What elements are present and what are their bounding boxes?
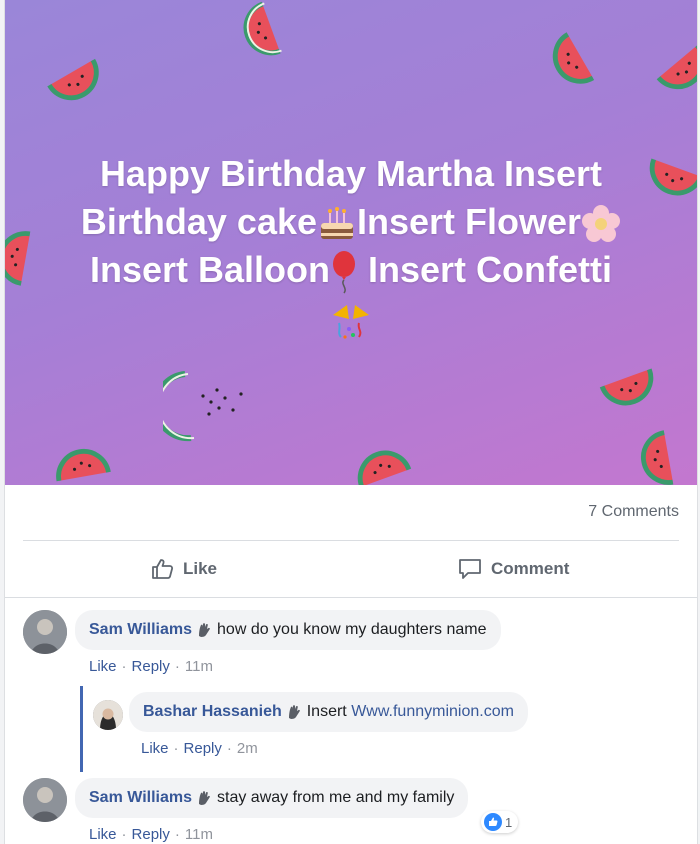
comment-bubble: Sam Williams how do you know my daughter… <box>75 610 501 650</box>
watermelon-rind-icon <box>163 371 243 442</box>
comment-reply-link[interactable]: Reply <box>184 740 222 757</box>
reply-bubble: Bashar Hassanieh Insert Www.funnyminion.… <box>129 692 528 732</box>
greeting-line-1: Happy Birthday Martha Insert <box>99 153 603 194</box>
like-label: Like <box>183 559 218 578</box>
watermelon-icon <box>552 32 595 84</box>
comment-reaction-badge[interactable]: 1 <box>481 811 519 833</box>
profile-photo-icon <box>93 700 123 730</box>
top-fan-badge-icon <box>199 623 210 637</box>
watermelon-icon <box>656 43 697 90</box>
confetti-icon <box>333 304 369 339</box>
comment-meta: Like · Reply · 11m <box>89 826 213 843</box>
greeting-text-balloon: Insert Balloon <box>89 249 330 290</box>
reply-thread-line <box>80 686 83 772</box>
comment-author[interactable]: Sam Williams <box>89 621 192 639</box>
watermelon-icon <box>641 430 674 485</box>
watermelon-icon <box>47 58 99 101</box>
profile-photo-icon <box>23 610 67 654</box>
comment-label: Comment <box>491 559 570 578</box>
greeting-text-confetti: Insert Confetti <box>368 249 613 290</box>
comment-bubble: Sam Williams stay away from me and my fa… <box>75 778 469 818</box>
actions-divider <box>23 540 679 541</box>
balloon-icon <box>333 251 355 294</box>
like-reaction-icon <box>484 813 502 831</box>
post-card: Happy Birthday Martha Insert Birthday ca… <box>4 0 698 844</box>
comment-button[interactable]: Comment <box>457 545 569 593</box>
comment-time[interactable]: 2m <box>237 740 258 757</box>
comment-reply-link[interactable]: Reply <box>132 826 170 843</box>
watermelon-icon <box>56 449 111 482</box>
comment-like-link[interactable]: Like <box>89 826 117 843</box>
comment-time[interactable]: 11m <box>185 658 213 675</box>
birthday-cake-icon <box>321 207 354 240</box>
avatar[interactable] <box>23 778 67 822</box>
post-image-banner[interactable]: Happy Birthday Martha Insert Birthday ca… <box>5 0 697 485</box>
comment-like-link[interactable]: Like <box>89 658 117 675</box>
greeting-text-flower: Insert Flower <box>357 201 582 242</box>
comment-like-link[interactable]: Like <box>141 740 169 757</box>
greeting-line-4 <box>5 294 697 342</box>
greeting-line-2: Birthday cake Insert Flower <box>5 198 697 246</box>
comments-section: Sam Williams how do you know my daughter… <box>5 597 697 844</box>
top-fan-badge-icon <box>288 705 300 719</box>
flower-icon <box>582 205 621 243</box>
reaction-count: 1 <box>505 814 513 830</box>
comments-count-link[interactable]: 7 Comments <box>588 503 679 521</box>
greeting-text-cake: Birthday cake <box>80 201 318 242</box>
avatar[interactable] <box>23 610 67 654</box>
comment-author[interactable]: Sam Williams <box>89 789 192 807</box>
watermelon-icon <box>599 368 654 406</box>
comment-reply-link[interactable]: Reply <box>132 658 170 675</box>
like-button[interactable]: Like <box>151 545 217 593</box>
birthday-greeting: Happy Birthday Martha Insert Birthday ca… <box>5 150 697 342</box>
comment-text: how do you know my daughters name <box>217 621 487 638</box>
greeting-line-3: Insert Balloon Insert Confetti <box>5 246 697 294</box>
comment-meta: Like · Reply · 2m <box>141 740 258 757</box>
post-actions-bar: Like Comment <box>5 545 697 593</box>
comment-url-link[interactable]: Www.funnyminion.com <box>351 703 514 721</box>
comment-text: Insert <box>306 703 347 720</box>
comment-text: stay away from me and my family <box>217 789 455 806</box>
avatar[interactable] <box>93 700 123 730</box>
watermelon-icon <box>357 450 412 485</box>
post-stats: 7 Comments <box>5 497 697 527</box>
profile-photo-icon <box>23 778 67 822</box>
thumbs-up-icon <box>152 559 174 579</box>
comment-icon <box>459 559 481 579</box>
comment-meta: Like · Reply · 11m <box>89 658 213 675</box>
comment-time[interactable]: 11m <box>185 826 213 843</box>
watermelon-icon <box>243 1 282 56</box>
top-fan-badge-icon <box>199 791 210 805</box>
comment-author[interactable]: Bashar Hassanieh <box>143 703 282 721</box>
